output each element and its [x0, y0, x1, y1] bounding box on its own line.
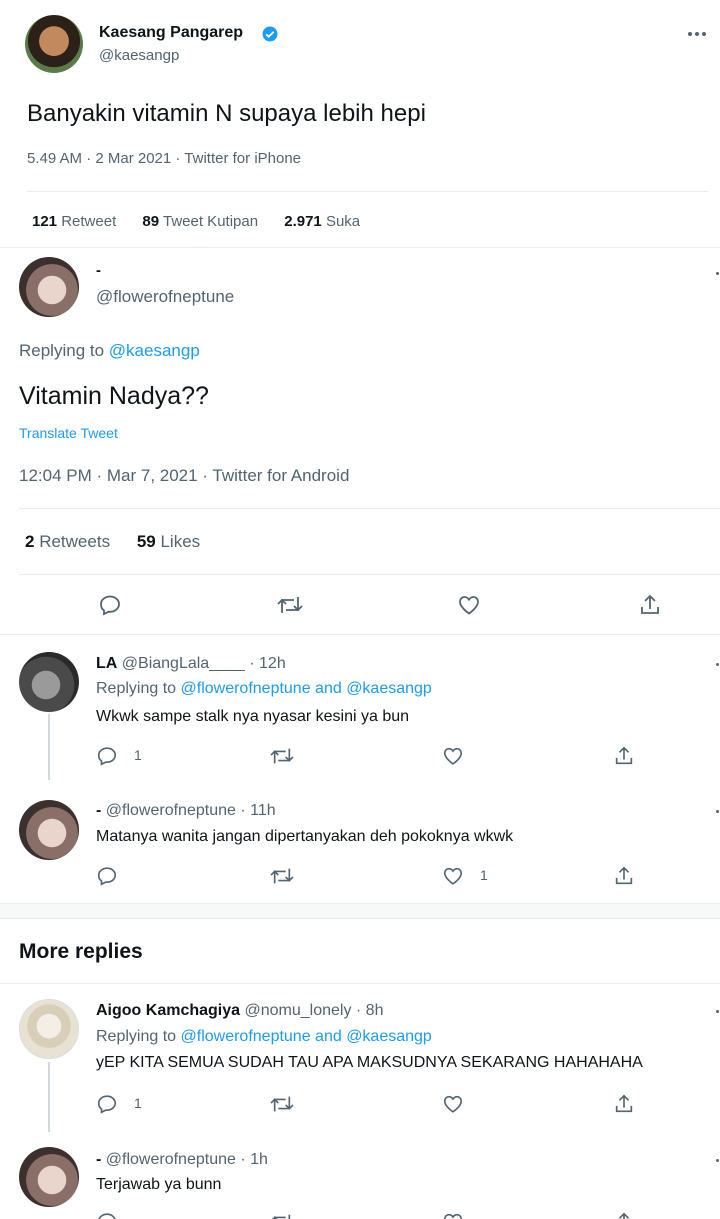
share-icon[interactable] [612, 1211, 636, 1219]
replying-to: Replying to @flowerofneptune and @kaesan… [96, 680, 432, 697]
avatar[interactable] [25, 15, 83, 73]
more-dots-icon[interactable] [716, 663, 719, 666]
reply-icon[interactable] [95, 744, 119, 768]
retweet-icon[interactable] [268, 864, 296, 888]
retweet-icon[interactable] [268, 1092, 296, 1116]
retweet-icon[interactable] [275, 592, 305, 618]
share-icon[interactable] [612, 864, 636, 888]
reply-header: LA @BiangLala____ · 12h [96, 655, 286, 673]
avatar[interactable] [19, 257, 79, 317]
author-handle[interactable]: @nomu_lonely [244, 1002, 351, 1019]
more-dots-icon[interactable] [716, 810, 719, 813]
author-name[interactable]: Aigoo Kamchagiya [96, 1002, 240, 1019]
retweet-stat[interactable]: 121 Retweet [32, 213, 116, 230]
author-name[interactable]: LA [96, 655, 117, 672]
reply-time[interactable]: · 8h [356, 1002, 384, 1019]
author-handle[interactable]: @flowerofneptune [106, 802, 236, 819]
reply-header: Aigoo Kamchagiya @nomu_lonely · 8h [96, 1002, 383, 1020]
mention-link[interactable]: @kaesangp [109, 341, 200, 360]
reply-icon[interactable] [95, 864, 119, 888]
reply-count: 1 [134, 747, 142, 763]
reply-text: yEP KITA SEMUA SUDAH TAU APA MAKSUDNYA S… [96, 1054, 643, 1071]
like-stat[interactable]: 59 Likes [137, 532, 200, 551]
heart-icon[interactable] [441, 744, 465, 768]
more-replies-heading: More replies [19, 940, 143, 963]
author-name[interactable]: - [96, 1151, 101, 1168]
author-name[interactable]: - [96, 802, 101, 819]
divider [27, 191, 708, 192]
section-separator [0, 903, 720, 919]
avatar[interactable] [19, 800, 79, 860]
avatar[interactable] [19, 999, 79, 1059]
heart-icon[interactable] [456, 592, 482, 618]
reply-text: Wkwk sampe stalk nya nyasar kesini ya bu… [96, 708, 410, 725]
verified-badge-icon [260, 24, 280, 44]
heart-icon[interactable] [441, 864, 465, 888]
reply-time[interactable]: · 12h [249, 655, 285, 672]
quote-stat[interactable]: 89 Tweet Kutipan [142, 213, 258, 230]
share-icon[interactable] [612, 744, 636, 768]
reply-header: - @flowerofneptune · 1h [96, 1151, 268, 1169]
replying-to: Replying to @flowerofneptune and @kaesan… [96, 1028, 432, 1045]
reply-time[interactable]: · 1h [240, 1151, 268, 1168]
divider [19, 508, 720, 509]
more-dots-icon[interactable] [685, 24, 709, 44]
translate-tweet-link[interactable]: Translate Tweet [19, 425, 118, 441]
reply-text: Matanya wanita jangan dipertanyakan deh … [96, 828, 514, 845]
share-icon[interactable] [637, 592, 663, 618]
like-count: 1 [480, 867, 488, 883]
reply-icon[interactable] [95, 1092, 119, 1116]
reply-icon[interactable] [97, 592, 123, 618]
thread-line [48, 1062, 50, 1132]
tweet-text: Banyakin vitamin N supaya lebih hepi [27, 100, 426, 127]
reply-icon[interactable] [95, 1211, 119, 1219]
divider [0, 634, 720, 635]
author-handle[interactable]: @flowerofneptune [96, 287, 234, 307]
mention-link[interactable]: @flowerofneptune and @kaesangp [181, 680, 432, 697]
author-handle[interactable]: @kaesangp [99, 47, 179, 64]
author-name[interactable]: Kaesang Pangarep [99, 24, 243, 42]
retweet-icon[interactable] [268, 744, 296, 768]
author-name[interactable]: - [96, 262, 101, 279]
tweet-meta[interactable]: 12:04 PM · Mar 7, 2021 · Twitter for And… [19, 466, 349, 486]
more-dots-icon[interactable] [716, 272, 719, 275]
reply-time[interactable]: · 11h [240, 802, 275, 819]
reply-header: - @flowerofneptune · 11h [96, 802, 276, 820]
heart-icon[interactable] [441, 1211, 465, 1219]
share-icon[interactable] [612, 1092, 636, 1116]
retweet-stat[interactable]: 2 Retweets [25, 532, 110, 551]
heart-icon[interactable] [441, 1092, 465, 1116]
more-dots-icon[interactable] [716, 1159, 719, 1162]
avatar[interactable] [19, 1147, 79, 1207]
divider [19, 574, 720, 575]
more-dots-icon[interactable] [716, 1010, 719, 1013]
thread-line [48, 714, 50, 780]
original-tweet: Kaesang Pangarep @kaesangp Banyakin vita… [0, 0, 720, 248]
reply-count: 1 [134, 1095, 142, 1111]
engagement-stats: 2 Retweets 59 Likes [25, 532, 200, 552]
mention-link[interactable]: @flowerofneptune and @kaesangp [181, 1028, 432, 1045]
reply-text: Terjawab ya bunn [96, 1176, 222, 1193]
tweet-meta[interactable]: 5.49 AM · 2 Mar 2021 · Twitter for iPhon… [27, 150, 301, 167]
engagement-stats: 121 Retweet 89 Tweet Kutipan 2.971 Suka [32, 213, 360, 230]
tweet-text: Vitamin Nadya?? [19, 382, 209, 410]
author-handle[interactable]: @BiangLala____ [122, 655, 245, 672]
divider [0, 983, 720, 984]
replying-to: Replying to @kaesangp [19, 341, 200, 360]
author-handle[interactable]: @flowerofneptune [106, 1151, 236, 1168]
retweet-icon[interactable] [268, 1211, 296, 1219]
like-stat[interactable]: 2.971 Suka [284, 213, 360, 230]
avatar[interactable] [19, 652, 79, 712]
